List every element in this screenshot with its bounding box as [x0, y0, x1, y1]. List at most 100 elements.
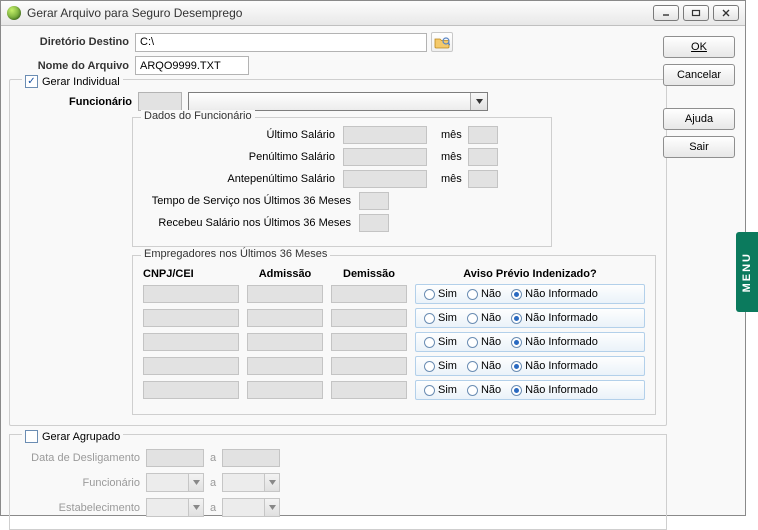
- dir-label: Diretório Destino: [9, 36, 135, 48]
- func-ate-combo[interactable]: [222, 473, 280, 492]
- dir-input[interactable]: [135, 33, 427, 52]
- penultimo-salario-input[interactable]: [343, 148, 427, 166]
- gerar-individual-checkbox[interactable]: [25, 75, 38, 88]
- app-icon: [7, 6, 21, 20]
- table-row: Sim Não Não Informado: [143, 332, 645, 352]
- cnpj-input[interactable]: [143, 333, 239, 351]
- ultimo-salario-input[interactable]: [343, 126, 427, 144]
- data-deslig-de[interactable]: [146, 449, 204, 467]
- radio-sim[interactable]: Sim: [424, 312, 457, 324]
- col-dem: Demissão: [331, 268, 407, 280]
- help-button[interactable]: Ajuda: [663, 108, 735, 130]
- cnpj-input[interactable]: [143, 309, 239, 327]
- individual-fieldset: Gerar Individual Funcionário Dados do Fu…: [9, 79, 667, 426]
- radio-nao-informado[interactable]: Não Informado: [511, 384, 598, 396]
- file-input[interactable]: [135, 56, 249, 75]
- right-button-panel: OK Cancelar Ajuda Sair: [663, 36, 735, 158]
- estab-de-combo[interactable]: [146, 498, 204, 517]
- radio-sim[interactable]: Sim: [424, 384, 457, 396]
- mes-label-3: mês: [441, 173, 462, 185]
- empregadores-group: Empregadores nos Últimos 36 Meses CNPJ/C…: [132, 255, 656, 415]
- demissao-input[interactable]: [331, 309, 407, 327]
- mes-label-1: mês: [441, 129, 462, 141]
- demissao-input[interactable]: [331, 333, 407, 351]
- file-label: Nome do Arquivo: [9, 60, 135, 72]
- antepen-salario-input[interactable]: [343, 170, 427, 188]
- a-sep: a: [210, 502, 216, 514]
- demissao-input[interactable]: [331, 357, 407, 375]
- radio-sim[interactable]: Sim: [424, 288, 457, 300]
- ultimo-mes-input[interactable]: [468, 126, 498, 144]
- dados-funcionario-group: Dados do Funcionário Último Salário mês …: [132, 117, 552, 247]
- tempo-servico-label: Tempo de Serviço nos Últimos 36 Meses: [143, 195, 359, 207]
- radio-nao[interactable]: Não: [467, 336, 501, 348]
- chevron-down-icon: [264, 499, 279, 516]
- antepen-mes-input[interactable]: [468, 170, 498, 188]
- gerar-individual-label: Gerar Individual: [42, 76, 120, 88]
- data-deslig-label: Data de Desligamento: [20, 452, 146, 464]
- tempo-servico-input[interactable]: [359, 192, 389, 210]
- table-row: Sim Não Não Informado: [143, 380, 645, 400]
- aviso-radio-group: Sim Não Não Informado: [415, 308, 645, 328]
- gerar-agrupado-checkbox[interactable]: [25, 430, 38, 443]
- chevron-down-icon: [188, 474, 203, 491]
- radio-nao[interactable]: Não: [467, 288, 501, 300]
- recebeu-salario-input[interactable]: [359, 214, 389, 232]
- radio-nao-informado[interactable]: Não Informado: [511, 360, 598, 372]
- ok-button[interactable]: OK: [663, 36, 735, 58]
- radio-sim[interactable]: Sim: [424, 336, 457, 348]
- chevron-down-icon: [188, 499, 203, 516]
- browse-folder-button[interactable]: [431, 32, 453, 52]
- funcionario-combo[interactable]: [188, 92, 488, 111]
- penultimo-mes-input[interactable]: [468, 148, 498, 166]
- menu-tab[interactable]: MENU: [736, 232, 758, 312]
- cnpj-input[interactable]: [143, 381, 239, 399]
- cancel-button[interactable]: Cancelar: [663, 64, 735, 86]
- admissao-input[interactable]: [247, 333, 323, 351]
- mes-label-2: mês: [441, 151, 462, 163]
- radio-nao-informado[interactable]: Não Informado: [511, 288, 598, 300]
- admissao-input[interactable]: [247, 285, 323, 303]
- close-button[interactable]: [713, 5, 739, 21]
- chevron-down-icon: [470, 93, 487, 110]
- a-sep: a: [210, 477, 216, 489]
- recebeu-salario-label: Recebeu Salário nos Últimos 36 Meses: [143, 217, 359, 229]
- demissao-input[interactable]: [331, 381, 407, 399]
- table-row: Sim Não Não Informado: [143, 308, 645, 328]
- exit-button[interactable]: Sair: [663, 136, 735, 158]
- radio-sim[interactable]: Sim: [424, 360, 457, 372]
- admissao-input[interactable]: [247, 357, 323, 375]
- chevron-down-icon: [264, 474, 279, 491]
- radio-nao[interactable]: Não: [467, 360, 501, 372]
- func-de-combo[interactable]: [146, 473, 204, 492]
- funcionario-code-input[interactable]: [138, 92, 182, 111]
- maximize-button[interactable]: [683, 5, 709, 21]
- col-aviso: Aviso Prévio Indenizado?: [415, 268, 645, 280]
- col-cnpj: CNPJ/CEI: [143, 268, 239, 280]
- gerar-agrupado-label: Gerar Agrupado: [42, 431, 120, 443]
- admissao-input[interactable]: [247, 381, 323, 399]
- funcionario2-label: Funcionário: [20, 477, 146, 489]
- emp-legend: Empregadores nos Últimos 36 Meses: [141, 248, 330, 260]
- radio-nao[interactable]: Não: [467, 312, 501, 324]
- estab-label: Estabelecimento: [20, 502, 146, 514]
- radio-nao-informado[interactable]: Não Informado: [511, 312, 598, 324]
- estab-ate-combo[interactable]: [222, 498, 280, 517]
- table-row: Sim Não Não Informado: [143, 356, 645, 376]
- ultimo-salario-label: Último Salário: [143, 129, 343, 141]
- minimize-button[interactable]: [653, 5, 679, 21]
- admissao-input[interactable]: [247, 309, 323, 327]
- radio-nao[interactable]: Não: [467, 384, 501, 396]
- col-adm: Admissão: [247, 268, 323, 280]
- cnpj-input[interactable]: [143, 285, 239, 303]
- funcionario-label: Funcionário: [20, 96, 132, 108]
- window-title: Gerar Arquivo para Seguro Desemprego: [27, 6, 242, 20]
- cnpj-input[interactable]: [143, 357, 239, 375]
- penultimo-salario-label: Penúltimo Salário: [143, 151, 343, 163]
- radio-nao-informado[interactable]: Não Informado: [511, 336, 598, 348]
- demissao-input[interactable]: [331, 285, 407, 303]
- aviso-radio-group: Sim Não Não Informado: [415, 356, 645, 376]
- window: Gerar Arquivo para Seguro Desemprego Dir…: [0, 0, 746, 516]
- table-row: Sim Não Não Informado: [143, 284, 645, 304]
- data-deslig-ate[interactable]: [222, 449, 280, 467]
